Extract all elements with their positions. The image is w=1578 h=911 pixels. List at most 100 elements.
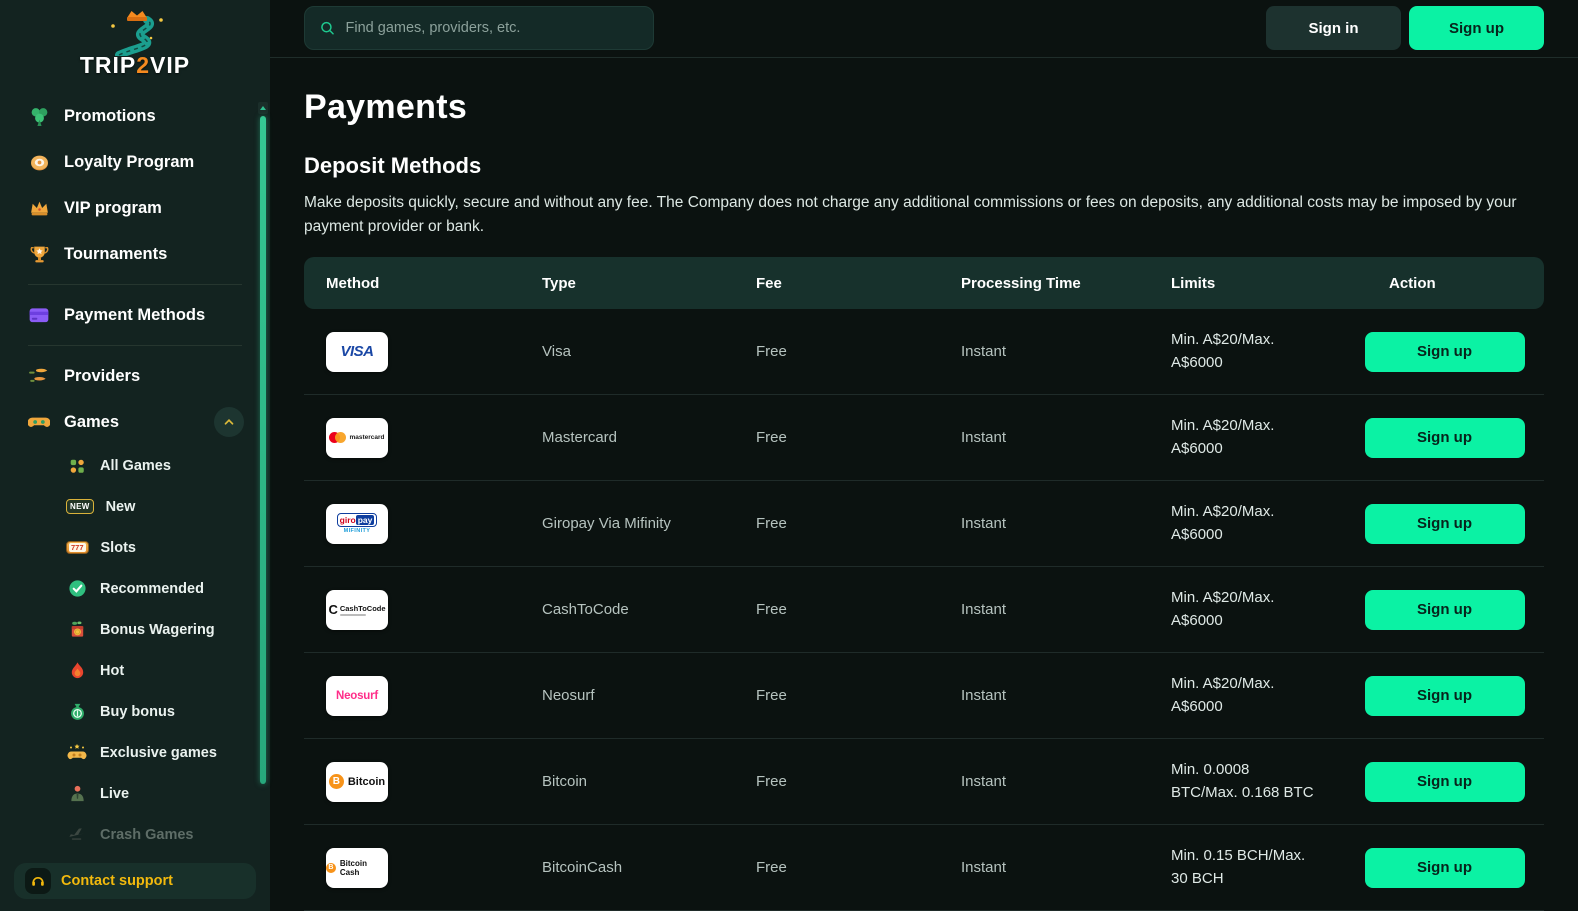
sidebar-subitem-all-games[interactable]: All Games xyxy=(28,445,270,486)
money-bag-icon xyxy=(66,701,88,723)
games-collapse-button[interactable] xyxy=(214,407,244,437)
scrollbar-thumb[interactable] xyxy=(260,116,266,784)
comets-icon xyxy=(28,365,50,387)
sidebar-subitem-label: New xyxy=(106,499,136,515)
sidebar-item-games[interactable]: Games xyxy=(28,399,270,445)
method-processing-time: Instant xyxy=(939,859,1149,876)
logo-art-icon xyxy=(75,8,195,56)
search-input[interactable] xyxy=(346,20,639,36)
method-fee: Free xyxy=(734,429,939,446)
sidebar-subitem-label: Hot xyxy=(100,663,124,679)
sign-up-button[interactable]: Sign up xyxy=(1365,418,1525,458)
sidebar-subitem-label: Live xyxy=(100,786,129,802)
sign-up-button[interactable]: Sign up xyxy=(1365,504,1525,544)
cashtocode-tagline xyxy=(340,614,366,616)
sign-up-button[interactable]: Sign up xyxy=(1365,590,1525,630)
payments-content: Payments Deposit Methods Make deposits q… xyxy=(270,58,1578,911)
sidebar-subitem-slots[interactable]: 777 Slots xyxy=(28,527,270,568)
method-type: Visa xyxy=(520,343,734,360)
cashtocode-logo: C CashToCode xyxy=(326,590,388,630)
search-icon xyxy=(319,19,336,37)
sidebar-item-label: Tournaments xyxy=(64,245,167,264)
brand-name: TRIP2VIP xyxy=(80,52,190,79)
table-row: BBitcoin Cash BitcoinCash Free Instant M… xyxy=(304,825,1544,911)
sidebar-item-label: Promotions xyxy=(64,107,156,126)
table-row: mastercard Mastercard Free Instant Min. … xyxy=(304,395,1544,481)
sidebar-subitem-crash-games[interactable]: Crash Games xyxy=(28,814,270,855)
sidebar-item-providers[interactable]: Providers xyxy=(28,353,270,399)
scrollbar-up-arrow[interactable] xyxy=(258,102,268,114)
flame-icon xyxy=(66,660,88,682)
method-type: Mastercard xyxy=(520,429,734,446)
sign-up-button[interactable]: Sign up xyxy=(1409,6,1544,50)
method-fee: Free xyxy=(734,687,939,704)
sidebar-item-tournaments[interactable]: Tournaments xyxy=(28,231,270,277)
grid-dots-icon xyxy=(66,455,88,477)
bitcoin-coin-icon: B xyxy=(329,774,344,789)
contact-support-button[interactable]: Contact support xyxy=(14,863,256,899)
column-header-type: Type xyxy=(520,275,734,292)
sidebar-subitem-live[interactable]: Live xyxy=(28,773,270,814)
sidebar-subitem-label: Exclusive games xyxy=(100,745,217,761)
method-limits: Min. A$20/Max. A$6000 xyxy=(1149,415,1345,460)
sidebar-subitem-exclusive-games[interactable]: Exclusive games xyxy=(28,732,270,773)
sidebar-subitem-label: Crash Games xyxy=(100,827,194,843)
search-bar[interactable] xyxy=(304,6,654,50)
section-title: Deposit Methods xyxy=(304,153,1544,179)
sign-up-button[interactable]: Sign up xyxy=(1365,676,1525,716)
auth-buttons: Sign in Sign up xyxy=(1266,6,1544,50)
check-circle-icon xyxy=(66,578,88,600)
table-header: Method Type Fee Processing Time Limits A… xyxy=(304,257,1544,309)
coin-icon xyxy=(28,151,50,173)
sidebar-subitem-new[interactable]: NEW New xyxy=(28,486,270,527)
table-row: C CashToCode CashToCode Free Instant Min… xyxy=(304,567,1544,653)
sidebar-subitem-hot[interactable]: Hot xyxy=(28,650,270,691)
column-header-fee: Fee xyxy=(734,275,939,292)
slot-machine-icon: 777 xyxy=(66,541,89,554)
visa-logo: VISA xyxy=(326,332,388,372)
section-description: Make deposits quickly, secure and withou… xyxy=(304,191,1544,239)
page-title: Payments xyxy=(304,88,1544,127)
method-limits: Min. A$20/Max. A$6000 xyxy=(1149,501,1345,546)
sidebar-subitem-label: All Games xyxy=(100,458,171,474)
sidebar-subitem-buy-bonus[interactable]: Buy bonus xyxy=(28,691,270,732)
sidebar-item-loyalty-program[interactable]: Loyalty Program xyxy=(28,139,270,185)
table-row: VISA Visa Free Instant Min. A$20/Max. A$… xyxy=(304,309,1544,395)
bitcoincash-logo: BBitcoin Cash xyxy=(326,848,388,888)
method-fee: Free xyxy=(734,859,939,876)
sidebar-item-label: Games xyxy=(64,413,119,432)
brand-logo[interactable]: TRIP2VIP xyxy=(0,0,270,79)
headset-icon xyxy=(25,868,51,894)
method-limits: Min. A$20/Max. A$6000 xyxy=(1149,587,1345,632)
giropay-logo: giropay MIFINITY xyxy=(326,504,388,544)
method-processing-time: Instant xyxy=(939,687,1149,704)
chevron-up-icon xyxy=(222,415,236,429)
sign-in-button[interactable]: Sign in xyxy=(1266,6,1401,50)
plane-icon xyxy=(66,824,88,846)
method-fee: Free xyxy=(734,601,939,618)
sidebar-nav: Promotions Loyalty Program VIP program T… xyxy=(0,79,270,855)
sidebar-subitem-bonus-wagering[interactable]: Bonus Wagering xyxy=(28,609,270,650)
sidebar-subitem-recommended[interactable]: Recommended xyxy=(28,568,270,609)
sidebar-item-payment-methods[interactable]: Payment Methods xyxy=(28,292,270,338)
method-type: Bitcoin xyxy=(520,773,734,790)
method-processing-time: Instant xyxy=(939,601,1149,618)
sidebar-item-promotions[interactable]: Promotions xyxy=(28,93,270,139)
sidebar-subitem-label: Slots xyxy=(101,540,136,556)
gamepad-stars-icon xyxy=(66,742,88,764)
sign-up-button[interactable]: Sign up xyxy=(1365,848,1525,888)
crown-icon xyxy=(28,197,50,219)
bitcoin-logo: BBitcoin xyxy=(326,762,388,802)
sidebar-item-label: Loyalty Program xyxy=(64,153,194,172)
table-row: giropay MIFINITY Giropay Via Mifinity Fr… xyxy=(304,481,1544,567)
sign-up-button[interactable]: Sign up xyxy=(1365,762,1525,802)
method-limits: Min. A$20/Max. A$6000 xyxy=(1149,329,1345,374)
clover-icon xyxy=(28,105,50,127)
sign-up-button[interactable]: Sign up xyxy=(1365,332,1525,372)
table-row: BBitcoin Bitcoin Free Instant Min. 0.000… xyxy=(304,739,1544,825)
sidebar-item-vip-program[interactable]: VIP program xyxy=(28,185,270,231)
sidebar-scrollbar[interactable] xyxy=(258,102,268,905)
sidebar-subitem-label: Recommended xyxy=(100,581,204,597)
neosurf-logo: Neosurf xyxy=(326,676,388,716)
sidebar-divider xyxy=(28,345,242,346)
